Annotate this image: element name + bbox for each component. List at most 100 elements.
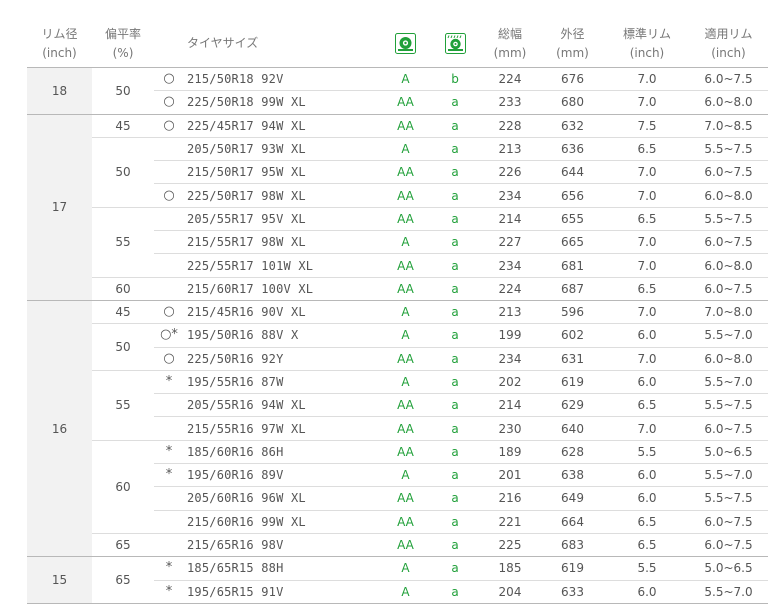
table-row: 60 * 185/60R16 86H AA a 189 628 5.5 5.0~6.5 xyxy=(27,440,768,534)
standard-rim-cell: 6.0 xyxy=(605,486,689,511)
tire-size-cell: 195/60R16 89V xyxy=(184,463,381,488)
availability-mark: * xyxy=(154,580,184,604)
outer-diameter-cell: 619 xyxy=(540,370,605,395)
applicable-rim-cell: 5.5~7.0 xyxy=(689,580,768,604)
applicable-rim-cell: 6.0~7.5 xyxy=(689,230,768,255)
table-row: 60 215/60R17 100V XL AA a 224 687 6.5 6.0~7.5 xyxy=(27,277,768,301)
availability-mark xyxy=(154,416,184,441)
outer-diameter-cell: 633 xyxy=(540,580,605,604)
wet-grip-header xyxy=(430,20,480,68)
aspect-ratio-cell: 45 xyxy=(92,300,154,325)
tire-size-header: タイヤサイズ xyxy=(184,20,381,68)
availability-mark: ○ xyxy=(154,183,184,208)
applicable-rim-cell: 6.0~7.5 xyxy=(689,533,768,558)
standard-rim-header: 標準リム (inch) xyxy=(605,20,689,68)
applicable-rim-cell: 6.0~8.0 xyxy=(689,183,768,208)
tire-size-cell: 215/55R16 97W XL xyxy=(184,416,381,441)
width-cell: 221 xyxy=(480,510,540,534)
tire-size-cell: 205/55R17 95V XL xyxy=(184,207,381,232)
tire-size-page: リム径 (inch) 偏平率 (%) タイヤサイズ 総幅 (mm) 外径 (mm… xyxy=(0,0,780,615)
width-cell: 214 xyxy=(480,393,540,418)
aspect-ratio-cell: 45 xyxy=(92,114,154,138)
aspect-ratio-header: 偏平率 (%) xyxy=(92,20,154,68)
tire-wet-grip-icon xyxy=(444,33,466,54)
applicable-rim-cell: 6.0~7.5 xyxy=(689,416,768,441)
availability-mark: * xyxy=(154,370,184,395)
standard-rim-cell: 6.5 xyxy=(605,533,689,558)
availability-mark xyxy=(154,160,184,185)
tire-size-cell: 205/60R16 96W XL xyxy=(184,486,381,511)
tire-size-cell: 225/50R16 92Y xyxy=(184,347,381,371)
outer-diameter-cell: 676 xyxy=(540,67,605,92)
rolling-resistance-grade: AA xyxy=(381,347,430,371)
availability-mark xyxy=(154,230,184,255)
rim-diameter-cell: 15 xyxy=(27,556,92,604)
outer-diameter-cell: 664 xyxy=(540,510,605,534)
rolling-resistance-grade: AA xyxy=(381,183,430,208)
wet-grip-grade: a xyxy=(430,393,480,418)
tire-size-cell: 205/50R17 93W XL xyxy=(184,137,381,162)
tire-size-cell: 215/60R16 99W XL xyxy=(184,510,381,534)
availability-mark: ○ xyxy=(154,347,184,371)
applicable-rim-cell: 6.0~8.0 xyxy=(689,253,768,278)
rolling-resistance-grade: A xyxy=(381,556,430,581)
applicable-rim-cell: 5.5~7.0 xyxy=(689,463,768,488)
table-row: 18 50 ○ 215/50R18 92V Ab 224 676 7.0 6.0~7.5 xyxy=(27,67,768,115)
tire-size-cell: 225/45R17 94W XL xyxy=(184,114,381,138)
tire-size-cell: 215/60R17 100V XL xyxy=(184,277,381,301)
outer-diameter-cell: 644 xyxy=(540,160,605,185)
aspect-ratio-cell: 50 xyxy=(92,137,154,208)
availability-mark xyxy=(154,486,184,511)
wet-grip-grade: a xyxy=(430,580,480,604)
rim-diameter-cell: 16 xyxy=(27,300,92,558)
rolling-resistance-grade: AA xyxy=(381,207,430,232)
width-cell: 227 xyxy=(480,230,540,255)
rolling-resistance-grade: A xyxy=(381,67,430,92)
wet-grip-grade: a xyxy=(430,440,480,465)
rolling-resistance-grade: A xyxy=(381,300,430,325)
rolling-resistance-grade: A xyxy=(381,580,430,604)
outer-diameter-cell: 619 xyxy=(540,556,605,581)
width-cell: 234 xyxy=(480,347,540,371)
aspect-ratio-cell: 60 xyxy=(92,277,154,301)
tire-size-table: リム径 (inch) 偏平率 (%) タイヤサイズ 総幅 (mm) 外径 (mm… xyxy=(27,20,768,604)
standard-rim-cell: 6.0 xyxy=(605,463,689,488)
rolling-resistance-grade: AA xyxy=(381,90,430,115)
outer-diameter-cell: 629 xyxy=(540,393,605,418)
wet-grip-grade: a xyxy=(430,300,480,325)
width-cell: 213 xyxy=(480,300,540,325)
availability-mark xyxy=(154,277,184,301)
outer-diameter-cell: 665 xyxy=(540,230,605,255)
rolling-resistance-grade: AA xyxy=(381,416,430,441)
rolling-resistance-grade: AA xyxy=(381,253,430,278)
aspect-ratio-cell: 65 xyxy=(92,533,154,558)
standard-rim-cell: 7.0 xyxy=(605,67,689,92)
width-cell: 202 xyxy=(480,370,540,395)
applicable-rim-cell: 5.5~7.5 xyxy=(689,137,768,162)
wet-grip-grade: a xyxy=(430,347,480,371)
table-row: 16 45 ○ 215/45R16 90V XL Aa 213 596 7.0 7.0~8.0 xyxy=(27,300,768,558)
outer-diameter-cell: 602 xyxy=(540,323,605,348)
standard-rim-cell: 6.5 xyxy=(605,510,689,534)
table-row: 50 ○* 195/50R16 88V X Aa 199 602 6.0 5.5~7.0 xyxy=(27,323,768,371)
outer-diameter-cell: 649 xyxy=(540,486,605,511)
rolling-resistance-grade: A xyxy=(381,230,430,255)
tire-size-cell: 215/50R17 95W XL xyxy=(184,160,381,185)
wet-grip-grade: a xyxy=(430,370,480,395)
wet-grip-grade: a xyxy=(430,463,480,488)
table-row: 55 * 195/55R16 87W Aa 202 619 6.0 5.5~7.0 xyxy=(27,370,768,441)
outer-diameter-cell: 683 xyxy=(540,533,605,558)
availability-mark: * xyxy=(154,556,184,581)
availability-mark: * xyxy=(154,463,184,488)
wet-grip-grade: a xyxy=(430,533,480,558)
applicable-rim-cell: 7.0~8.5 xyxy=(689,114,768,138)
standard-rim-cell: 7.0 xyxy=(605,253,689,278)
rolling-resistance-grade: AA xyxy=(381,533,430,558)
applicable-rim-cell: 5.0~6.5 xyxy=(689,556,768,581)
rolling-resistance-grade: AA xyxy=(381,160,430,185)
availability-mark xyxy=(154,207,184,232)
tire-size-cell: 225/55R17 101W XL xyxy=(184,253,381,278)
standard-rim-cell: 6.0 xyxy=(605,323,689,348)
rolling-resistance-grade: AA xyxy=(381,393,430,418)
tire-size-cell: 195/65R15 91V xyxy=(184,580,381,604)
